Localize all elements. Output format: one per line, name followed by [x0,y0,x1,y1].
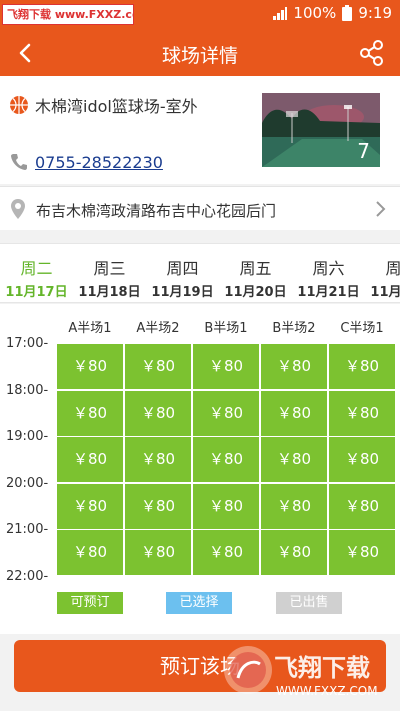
time-label: 22:00- [6,568,49,584]
battery-icon [342,5,353,21]
venue-name: 木棉湾idol篮球场-室外 [35,97,198,116]
status-bar: 飞翔下载 www.FXXZ.com 100% 9:19 [0,0,400,30]
slot-cell[interactable]: ￥80 [193,344,259,389]
venue-name-row: 木棉湾idol篮球场-室外 [9,93,198,117]
legend-selected: 已选择 [166,592,232,614]
date-tab-date: 11月18日 [78,285,141,300]
basketball-icon [10,96,28,114]
slot-cell[interactable]: ￥80 [57,483,123,529]
date-tab-weekday: 周日 [385,259,400,278]
court-header: A半场1 [68,321,112,336]
slot-cell[interactable]: ￥80 [261,437,327,482]
slot-cell[interactable]: ￥80 [57,344,123,389]
slot-cell[interactable]: ￥80 [193,483,259,529]
date-tab-date: 11月20日 [224,285,287,300]
slot-cell[interactable]: ￥80 [125,483,191,529]
battery-level: 100% [293,4,337,22]
venue-address: 布吉木棉湾政清路布吉中心花园后门 [36,202,277,220]
slot-cell[interactable]: ￥80 [329,437,395,482]
date-tab-weekday: 周四 [166,259,199,278]
court-header: A半场2 [136,321,180,336]
location-pin-icon [11,199,25,219]
phone-icon [11,154,27,170]
watermark-url: WWW.FXXZ.COM [276,684,378,698]
date-tab[interactable]: 周二 11月17日 [0,244,73,303]
date-tab-weekday: 周三 [93,259,126,278]
venue-photo[interactable]: 7 [262,93,380,167]
svg-text:飞翔下载: 飞翔下载 [274,654,370,682]
slot-cell[interactable]: ￥80 [261,483,327,529]
slot-cell[interactable]: ￥80 [125,530,191,575]
slot-cell[interactable]: ￥80 [57,390,123,436]
slot-cell[interactable]: ￥80 [329,483,395,529]
phone-link[interactable]: 0755-28522230 [35,153,163,172]
page-title: 球场详情 [161,45,238,67]
date-tab-weekday: 周二 [20,259,53,278]
app-root: 飞翔下载 www.FXXZ.com 100% 9:19 球场详情 [0,0,400,711]
phone-row[interactable]: 0755-28522230 [9,152,163,172]
top-bar: 球场详情 [0,30,400,76]
date-tab-weekday: 周五 [239,259,272,278]
slot-cell[interactable]: ￥80 [193,390,259,436]
date-tab-date: 11月17日 [5,285,68,300]
date-tabs: 周二 11月17日 周三 11月18日 周四 11月19日 周五 11月20日 周六 11月21日… [0,243,400,303]
slot-cell[interactable]: ￥80 [261,530,327,575]
slot-cell[interactable]: ￥80 [261,390,327,436]
legend-sold: 已出售 [276,592,342,614]
slot-cell[interactable]: ￥80 [125,344,191,389]
slot-cell[interactable]: ￥80 [329,530,395,575]
date-tab-date: 11月19日 [151,285,214,300]
date-tab[interactable]: 周三 11月18日 [73,244,146,302]
time-label: 21:00- [6,522,49,537]
time-label: 18:00- [6,382,49,398]
slot-cell[interactable]: ￥80 [125,437,191,482]
court-header: B半场2 [272,321,316,336]
date-tab-date: 11月22日 [370,285,400,300]
slot-cell[interactable]: ￥80 [329,390,395,436]
slot-cell[interactable]: ￥80 [261,344,327,389]
share-icon[interactable] [358,39,386,67]
date-tab-weekday: 周六 [312,259,345,278]
slot-cell[interactable]: ￥80 [193,530,259,575]
address-row[interactable]: 布吉木棉湾政清路布吉中心花园后门 [0,186,400,230]
date-tab[interactable]: 周六 11月21日 [292,244,365,302]
watermark-badge: 飞翔下载 www.FXXZ.com [2,4,134,25]
slot-cell[interactable]: ￥80 [125,390,191,436]
active-tab-underline [2,302,72,303]
slot-cell[interactable]: ￥80 [193,437,259,482]
slot-cell[interactable]: ￥80 [329,344,395,389]
schedule-grid: 可预订 已选择 已出售 A半场1 A半场2 B半场1 B半场2 C半场1 17:00- 18… [0,304,400,634]
signal-icon [273,6,288,20]
date-tab[interactable]: 周五 11月20日 [219,244,292,302]
legend-available: 可预订 [57,592,123,614]
court-header: C半场1 [340,321,384,336]
venue-card: 木棉湾idol篮球场-室外 0755-28522230 7 [0,76,400,184]
slot-cell[interactable]: ￥80 [57,437,123,482]
chevron-right-icon [376,201,386,217]
time-label: 17:00- [6,336,49,351]
slot-cell[interactable]: ￥80 [57,530,123,575]
date-tab[interactable]: 周日 11月22日 [365,244,400,302]
clock: 9:19 [358,4,392,22]
photo-count: 7 [357,139,370,163]
date-tab[interactable]: 周四 11月19日 [146,244,219,302]
time-label: 20:00- [6,475,49,491]
court-header: B半场1 [204,321,248,336]
status-indicators: 100% 9:19 [273,4,392,22]
date-tab-date: 11月21日 [297,285,360,300]
time-label: 19:00- [6,429,49,444]
